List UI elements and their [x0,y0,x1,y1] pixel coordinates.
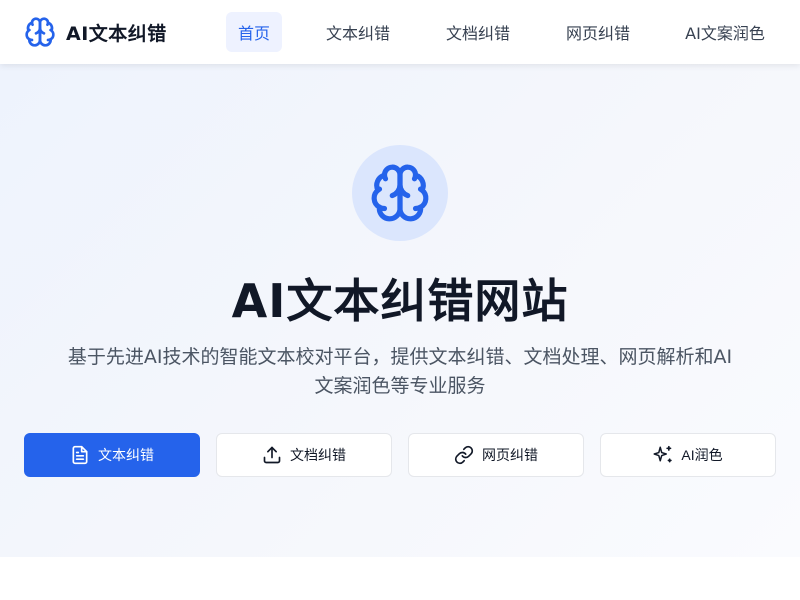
brain-icon [25,17,55,47]
text-correction-button-label: 文本纠错 [98,447,154,463]
webpage-correction-button[interactable]: 网页纠错 [408,433,584,477]
content-area-below-hero [0,557,800,600]
brain-icon [371,164,429,222]
hero-icon-circle [352,145,448,241]
hero-section: AI文本纠错网站 基于先进AI技术的智能文本校对平台，提供文本纠错、文档处理、网… [0,64,800,557]
top-navbar: AI文本纠错 首页 文本纠错 文档纠错 网页纠错 AI文案润色 [0,0,800,64]
document-correction-button[interactable]: 文档纠错 [216,433,392,477]
nav-item-text-correction[interactable]: 文本纠错 [314,12,402,52]
ai-polish-button[interactable]: AI润色 [600,433,776,477]
nav-item-document-correction[interactable]: 文档纠错 [434,12,522,52]
webpage-correction-button-label: 网页纠错 [482,447,538,463]
document-correction-button-label: 文档纠错 [290,447,346,463]
nav-item-webpage-correction[interactable]: 网页纠错 [554,12,642,52]
ai-polish-button-label: AI润色 [681,447,723,463]
nav-item-home[interactable]: 首页 [226,12,282,52]
sparkles-icon [653,445,673,463]
upload-icon [263,446,281,464]
text-correction-button[interactable]: 文本纠错 [24,433,200,477]
brand-logo-link[interactable]: AI文本纠错 [24,16,167,48]
hero-subtitle: 基于先进AI技术的智能文本校对平台，提供文本纠错、文档处理、网页解析和AI文案润… [67,346,733,397]
document-icon [72,445,88,465]
brand-name: AI文本纠错 [66,22,167,45]
link-icon [454,445,474,465]
hero-title: AI文本纠错网站 [231,274,569,328]
nav-item-ai-polish[interactable]: AI文案润色 [674,12,776,52]
